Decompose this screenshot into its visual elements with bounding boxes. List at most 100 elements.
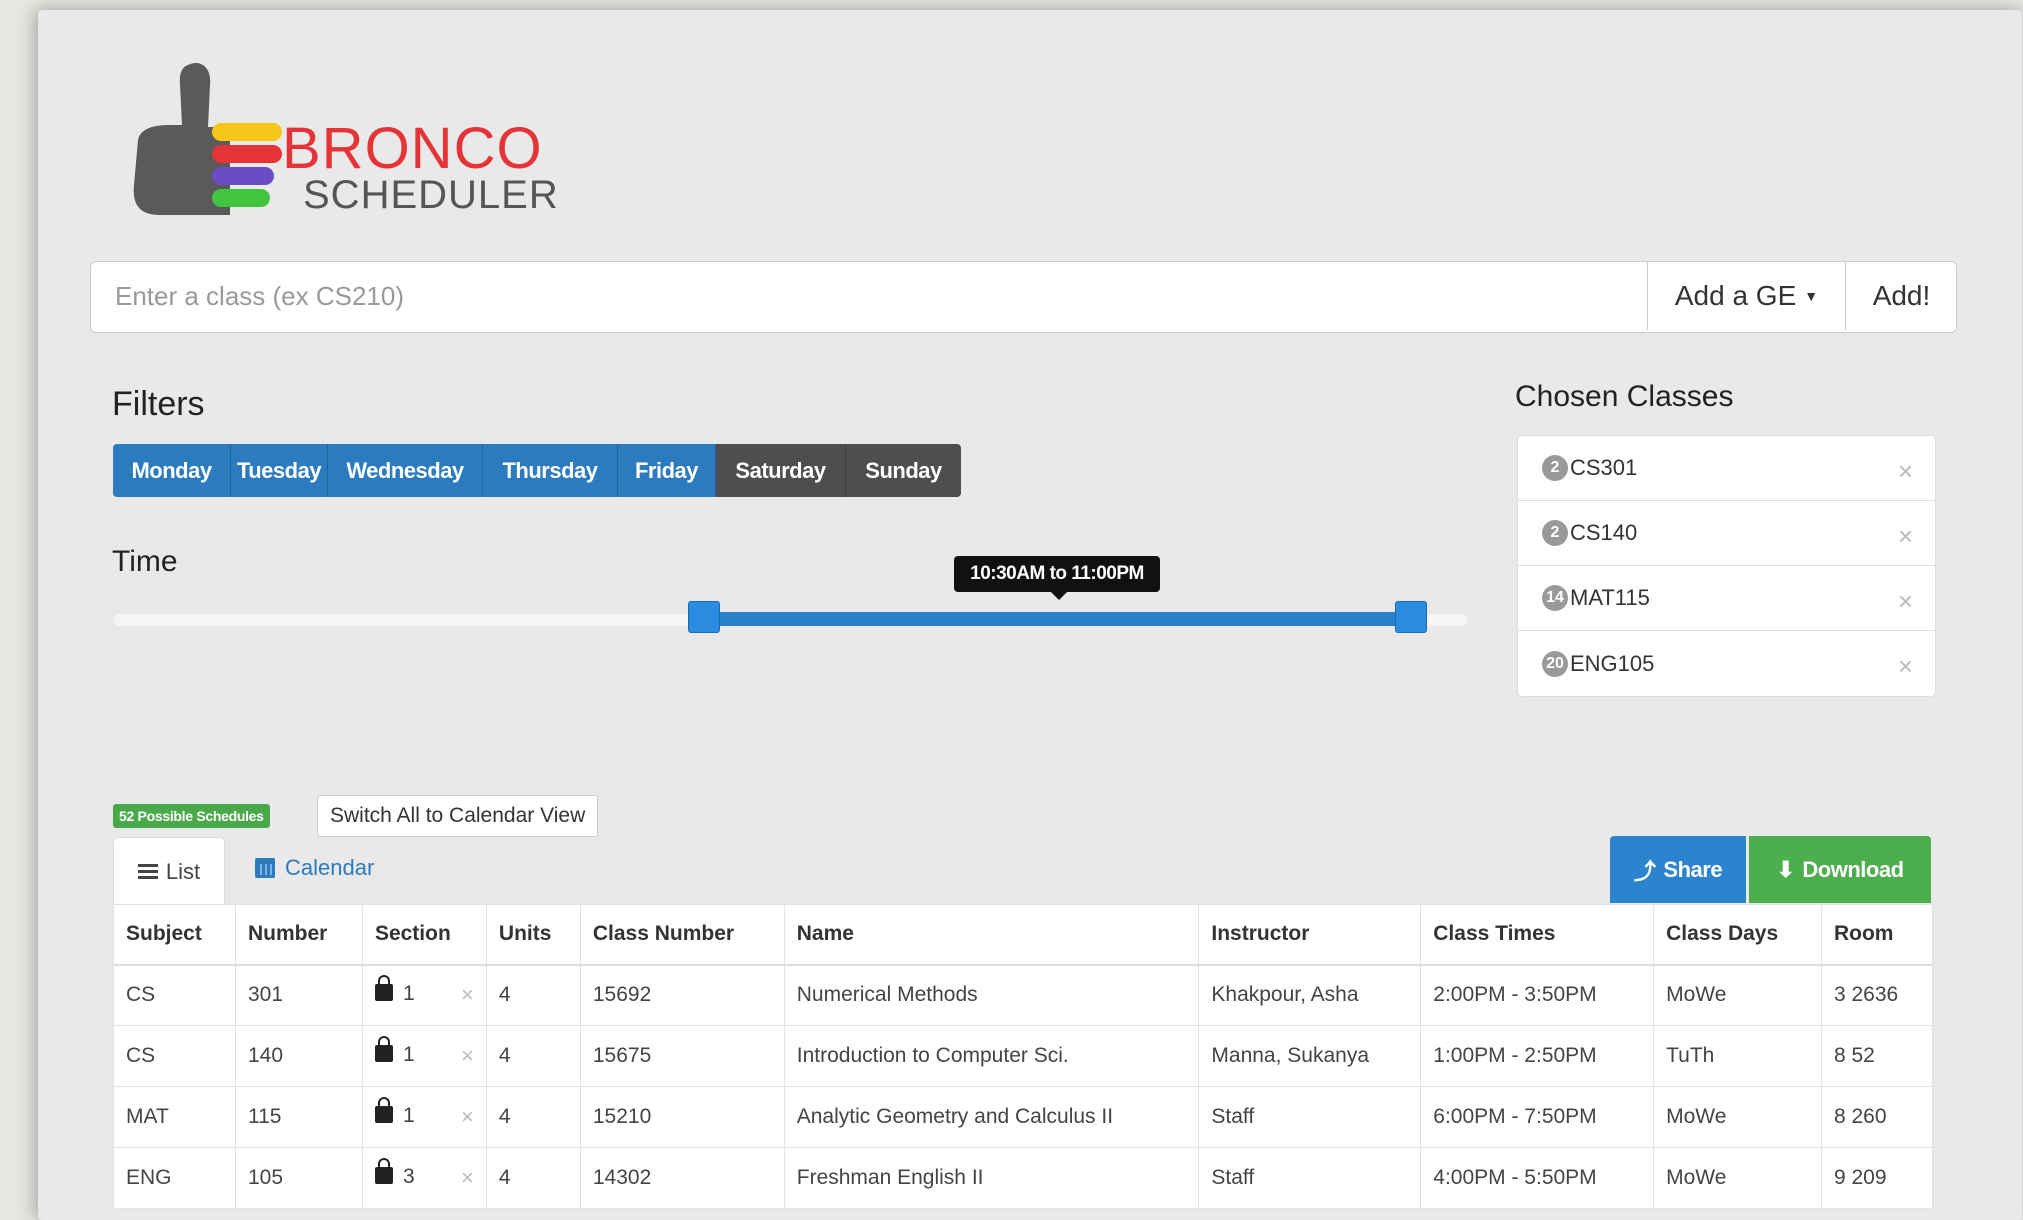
remove-class-icon[interactable]: × — [1898, 456, 1913, 487]
logo-scheduler-text: SCHEDULER — [303, 173, 559, 217]
remove-section-icon[interactable]: × — [461, 1043, 474, 1069]
remove-class-icon[interactable]: × — [1898, 521, 1913, 552]
cell-units: 4 — [485, 1086, 581, 1148]
section-count-badge: 20 — [1542, 650, 1568, 677]
cell-name: Introduction to Computer Sci. — [783, 1025, 1200, 1087]
column-header: Instructor — [1198, 904, 1422, 966]
day-toggle-friday[interactable]: Friday — [618, 444, 716, 497]
time-slider-start-handle[interactable] — [688, 601, 720, 633]
cell-instructor: Staff — [1198, 1086, 1422, 1148]
cell-number: 301 — [234, 964, 363, 1026]
time-slider-selection — [703, 612, 1410, 626]
section-value: 3 — [402, 1165, 415, 1188]
cell-room: 3 2636 — [1820, 964, 1934, 1026]
download-button[interactable]: ⬇ Download — [1749, 836, 1931, 903]
section-value: 1 — [402, 982, 415, 1006]
download-icon: ⬇ — [1776, 856, 1795, 882]
bronco-scheduler-logo[interactable]: BRONCO SCHEDULER — [130, 55, 558, 225]
chosen-class-item: 20 ENG105 × — [1518, 631, 1935, 696]
class-search-input[interactable] — [91, 262, 1646, 330]
cell-subject: ENG — [113, 1147, 236, 1209]
cell-section: 1 × — [361, 964, 487, 1026]
class-search-bar: Add a GE ▼ Add! — [90, 261, 1957, 333]
chosen-class-code: ENG105 — [1570, 650, 1655, 676]
schedule-table: Subject Number Section Units Class Numbe… — [113, 904, 1934, 1209]
cell-section: 1 × — [361, 1086, 487, 1148]
add-class-button[interactable]: Add! — [1845, 262, 1956, 330]
column-header: Class Days — [1653, 904, 1822, 966]
table-row: MAT 115 1 × 4 15210 Analytic Geometry and… — [113, 1086, 1934, 1148]
day-filter-group: Monday Tuesday Wednesday Thursday Friday… — [113, 444, 961, 497]
tab-list-label: List — [165, 858, 201, 884]
lock-icon[interactable] — [374, 975, 393, 1002]
remove-class-icon[interactable]: × — [1898, 651, 1913, 682]
remove-class-icon[interactable]: × — [1898, 586, 1913, 617]
cell-subject: MAT — [113, 1086, 236, 1148]
lock-icon[interactable] — [374, 1036, 393, 1062]
day-toggle-sunday[interactable]: Sunday — [846, 444, 961, 497]
column-header: Class Number — [579, 904, 785, 966]
remove-section-icon[interactable]: × — [461, 1104, 474, 1130]
chosen-class-code: CS301 — [1570, 455, 1638, 480]
cell-class-times: 1:00PM - 2:50PM — [1420, 1025, 1655, 1087]
cell-room: 8 52 — [1820, 1025, 1934, 1087]
chosen-class-item: 2 CS140 × — [1518, 501, 1935, 566]
download-label: Download — [1802, 856, 1904, 882]
section-count-badge: 2 — [1542, 520, 1568, 546]
cell-class-times: 4:00PM - 5:50PM — [1420, 1147, 1655, 1209]
tab-calendar-label: Calendar — [285, 855, 375, 880]
lock-icon[interactable] — [374, 1097, 393, 1123]
remove-section-icon[interactable]: × — [461, 1165, 474, 1191]
day-toggle-wednesday[interactable]: Wednesday — [328, 444, 483, 497]
section-value: 1 — [402, 1104, 415, 1127]
chosen-class-code: MAT115 — [1570, 585, 1650, 610]
day-toggle-saturday[interactable]: Saturday — [716, 444, 846, 497]
cell-room: 8 260 — [1820, 1086, 1934, 1148]
chosen-class-item: 2 CS301 × — [1518, 436, 1935, 501]
column-header: Class Times — [1420, 904, 1655, 966]
cell-subject: CS — [113, 964, 236, 1026]
share-button[interactable]: ⤴ Share — [1610, 836, 1746, 903]
section-value: 1 — [402, 1043, 415, 1066]
cell-class-days: MoWe — [1653, 1147, 1822, 1209]
chosen-classes-list: 2 CS301 × 2 CS140 × 14 MAT115 × 20 ENG10… — [1517, 435, 1936, 697]
cell-instructor: Staff — [1198, 1147, 1422, 1209]
thumbs-up-icon — [133, 63, 282, 215]
cell-class-number: 14302 — [579, 1147, 785, 1209]
column-header: Name — [783, 904, 1200, 966]
time-range-tooltip: 10:30AM to 11:00PM — [954, 556, 1160, 600]
add-ge-dropdown[interactable]: Add a GE ▼ — [1647, 262, 1845, 330]
cell-instructor: Manna, Sukanya — [1198, 1025, 1422, 1087]
cell-name: Numerical Methods — [783, 964, 1200, 1026]
table-row: ENG 105 3 × 4 14302 Freshman English II S… — [113, 1147, 1934, 1209]
cell-number: 105 — [234, 1147, 363, 1209]
cell-name: Freshman English II — [783, 1147, 1200, 1209]
cell-class-days: TuTh — [1653, 1025, 1822, 1087]
cell-class-times: 6:00PM - 7:50PM — [1420, 1086, 1655, 1148]
time-slider-end-handle[interactable] — [1395, 601, 1427, 633]
cell-class-number: 15692 — [579, 964, 785, 1026]
tab-list[interactable]: List — [113, 837, 225, 905]
day-toggle-tuesday[interactable]: Tuesday — [231, 444, 328, 497]
column-header: Units — [485, 904, 581, 966]
table-row: CS 140 1 × 4 15675 Introduction to Comput… — [113, 1025, 1934, 1087]
cell-subject: CS — [113, 1025, 236, 1087]
cell-class-times: 2:00PM - 3:50PM — [1420, 964, 1655, 1026]
lock-icon[interactable] — [374, 1158, 393, 1184]
section-count-badge: 14 — [1542, 585, 1568, 611]
switch-calendar-view-button[interactable]: Switch All to Calendar View — [317, 795, 599, 837]
table-row: CS 301 1 × 4 15692 Numerical Methods Khak… — [113, 964, 1934, 1026]
calendar-icon — [255, 858, 275, 878]
cell-units: 4 — [485, 964, 581, 1026]
cell-units: 4 — [485, 1147, 581, 1209]
tab-calendar[interactable]: Calendar — [255, 855, 374, 881]
column-header: Subject — [113, 904, 236, 966]
share-label: Share — [1663, 856, 1723, 882]
cell-class-number: 15675 — [579, 1025, 785, 1087]
day-toggle-thursday[interactable]: Thursday — [483, 444, 618, 497]
cell-number: 115 — [234, 1086, 363, 1148]
remove-section-icon[interactable]: × — [461, 982, 474, 1008]
filters-title: Filters — [112, 385, 205, 423]
possible-schedules-badge: 52 Possible Schedules — [113, 804, 270, 828]
day-toggle-monday[interactable]: Monday — [113, 444, 231, 497]
